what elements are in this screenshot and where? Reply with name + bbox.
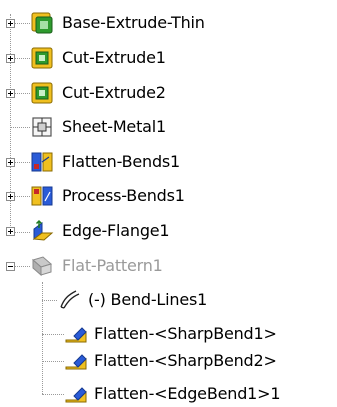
collapse-toggle[interactable] <box>6 262 15 271</box>
tree-item-flatten-sharpbend2[interactable]: Flatten-<SharpBend2> <box>0 345 337 377</box>
base-extrude-thin-icon <box>30 11 54 35</box>
tree-item-label: Sheet-Metal1 <box>62 117 166 136</box>
tree-item-process-bends1[interactable]: Process-Bends1 <box>0 180 337 212</box>
flatten-bends-icon <box>30 150 54 174</box>
tree-item-label: Cut-Extrude2 <box>62 83 166 102</box>
tree-item-flat-pattern1[interactable]: Flat-Pattern1 <box>0 250 337 282</box>
tree-item-label: Process-Bends1 <box>62 186 185 205</box>
tree-item-flatten-edgebend1[interactable]: Flatten-<EdgeBend1>1 <box>0 378 337 407</box>
tree-item-edge-flange1[interactable]: Edge-Flange1 <box>0 215 337 247</box>
cut-extrude-icon <box>30 46 54 70</box>
tree-item-label: (-) Bend-Lines1 <box>88 290 208 309</box>
flatten-bend-icon <box>64 382 88 406</box>
expand-toggle[interactable] <box>6 227 15 236</box>
tree-item-label: Flatten-<EdgeBend1>1 <box>94 384 281 403</box>
flat-pattern-icon <box>30 254 54 278</box>
tree-item-label: Flatten-<SharpBend2> <box>94 351 277 370</box>
tree-item-cut-extrude2[interactable]: Cut-Extrude2 <box>0 77 337 109</box>
tree-item-bend-lines1[interactable]: (-) Bend-Lines1 <box>0 284 337 316</box>
tree-item-cut-extrude1[interactable]: Cut-Extrude1 <box>0 42 337 74</box>
expand-toggle[interactable] <box>6 54 15 63</box>
expand-toggle[interactable] <box>6 192 15 201</box>
flatten-bend-icon <box>64 322 88 346</box>
tree-item-label: Flatten-<SharpBend1> <box>94 324 277 343</box>
tree-item-label: Flat-Pattern1 <box>62 256 163 275</box>
tree-item-base-extrude-thin[interactable]: Base-Extrude-Thin <box>0 7 337 39</box>
expand-toggle[interactable] <box>6 158 15 167</box>
tree-item-sheet-metal1[interactable]: Sheet-Metal1 <box>0 111 337 143</box>
expand-toggle[interactable] <box>6 19 15 28</box>
bend-lines-icon <box>58 287 82 311</box>
tree-item-label: Edge-Flange1 <box>62 221 170 240</box>
tree-item-label: Base-Extrude-Thin <box>62 13 205 32</box>
feature-tree: Base-Extrude-Thin Cut-Extrude1 Cut-Extru… <box>0 0 337 407</box>
tree-item-label: Flatten-Bends1 <box>62 152 181 171</box>
flatten-bend-icon <box>64 349 88 373</box>
edge-flange-icon <box>30 219 54 243</box>
sheet-metal-icon <box>30 115 54 139</box>
tree-item-label: Cut-Extrude1 <box>62 48 166 67</box>
expand-toggle[interactable] <box>6 89 15 98</box>
cut-extrude-icon <box>30 81 54 105</box>
tree-item-flatten-bends1[interactable]: Flatten-Bends1 <box>0 146 337 178</box>
process-bends-icon <box>30 184 54 208</box>
